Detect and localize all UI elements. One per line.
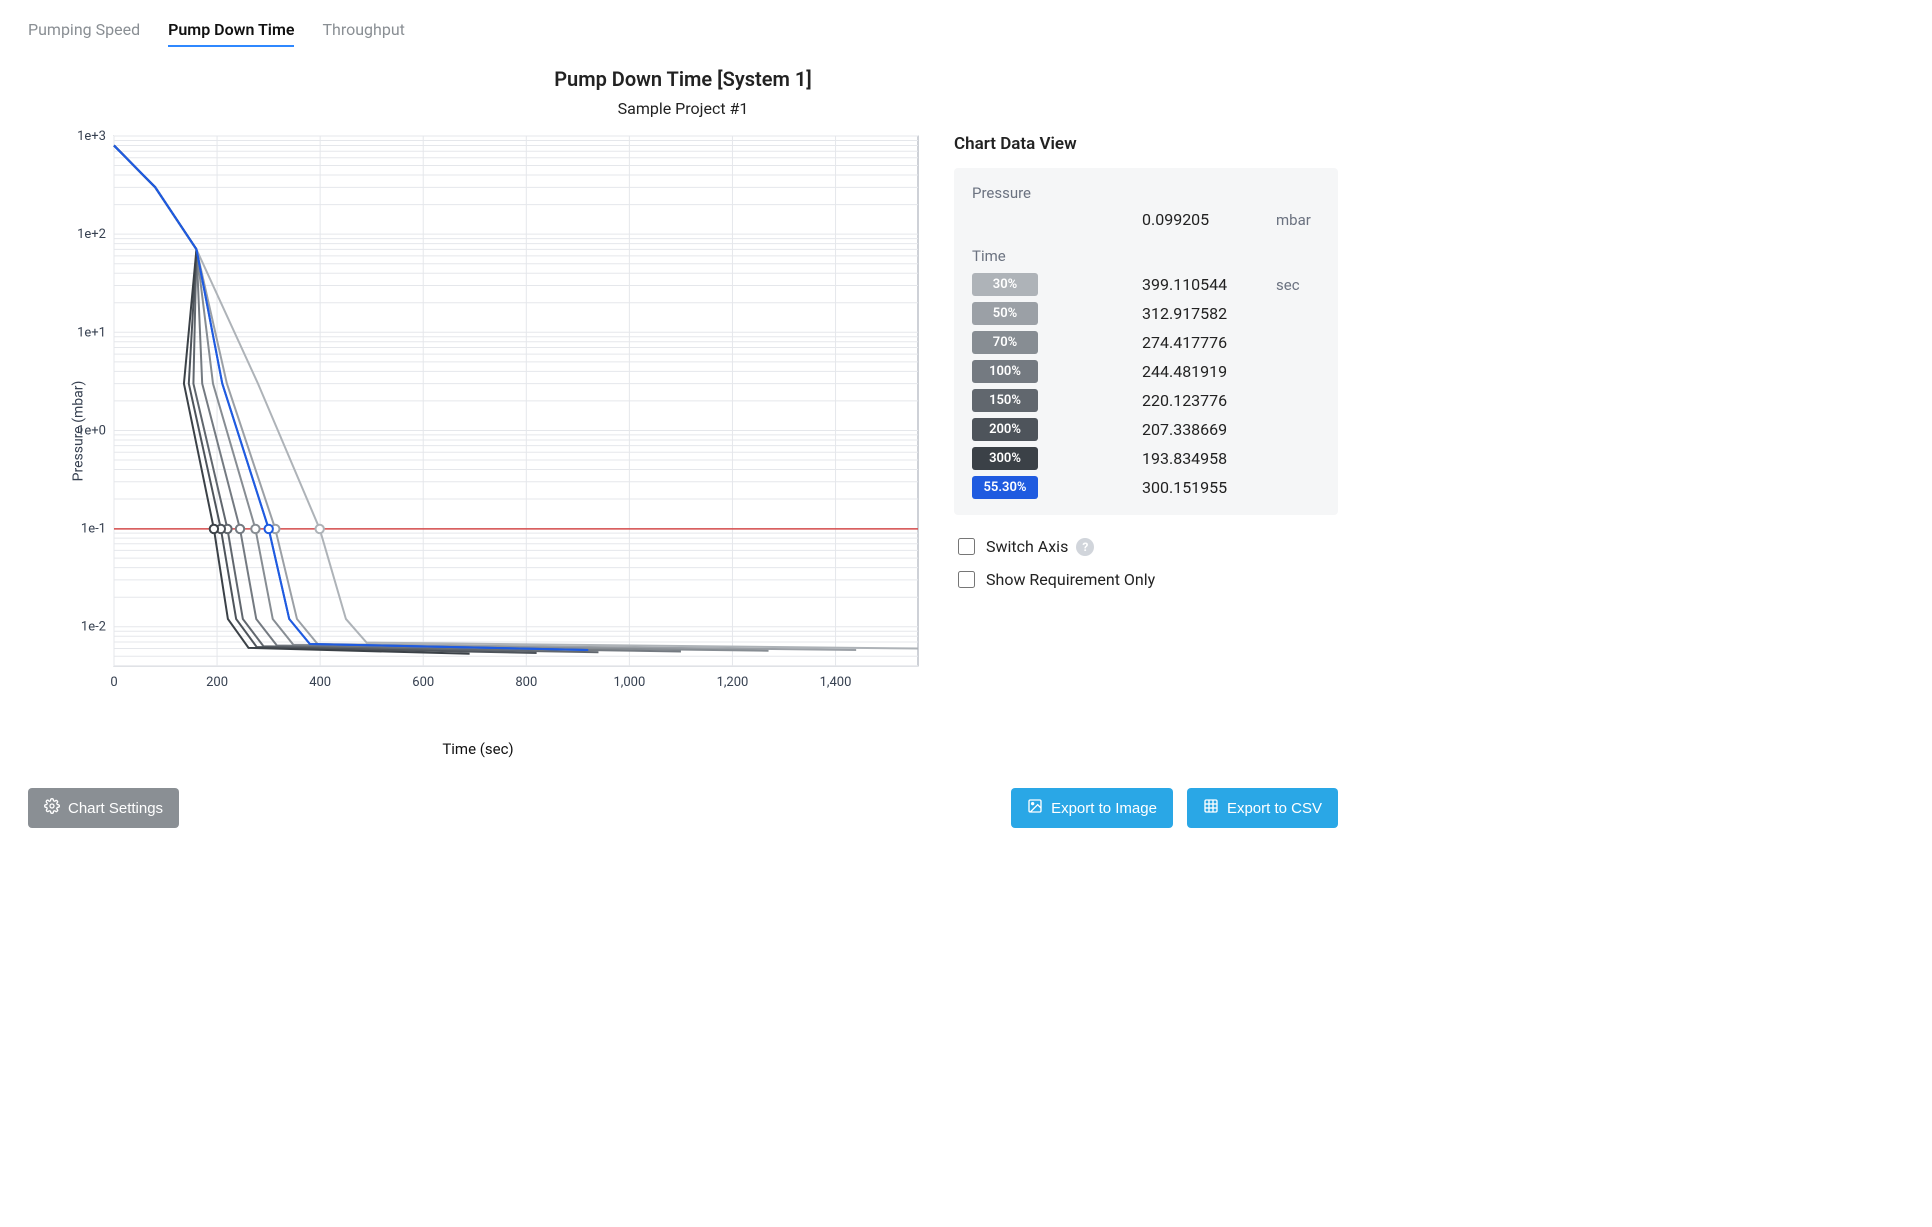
- show-requirement-only-label: Show Requirement Only: [986, 570, 1155, 589]
- series-line: [114, 146, 769, 651]
- y-axis-label: Pressure (mbar): [70, 381, 86, 482]
- svg-text:1e-2: 1e-2: [81, 620, 106, 635]
- tab-throughput[interactable]: Throughput: [322, 20, 404, 47]
- svg-text:600: 600: [412, 675, 434, 690]
- chart-block: Pressure (mbar) 1e-21e-11e+01e+11e+21e+3…: [28, 126, 928, 758]
- series-time-value: 207.338669: [1142, 420, 1270, 439]
- data-row: 100% 244.481919: [972, 360, 1320, 383]
- svg-text:0: 0: [110, 675, 117, 690]
- pressure-unit: mbar: [1270, 211, 1320, 229]
- pressure-value: 0.099205: [1142, 210, 1270, 229]
- export-image-label: Export to Image: [1051, 800, 1157, 817]
- series-tag[interactable]: 55.30%: [972, 476, 1038, 499]
- tab-pumping-speed[interactable]: Pumping Speed: [28, 20, 140, 47]
- series-line: [114, 146, 470, 654]
- series-tag[interactable]: 200%: [972, 418, 1038, 441]
- series-tag[interactable]: 300%: [972, 447, 1038, 470]
- chart-subtitle: Sample Project #1: [28, 99, 1338, 118]
- tab-pump-down-time[interactable]: Pump Down Time: [168, 20, 294, 47]
- series-time-value: 399.110544: [1142, 275, 1270, 294]
- chart-title: Pump Down Time [System 1]: [28, 67, 1338, 91]
- series-time-value: 220.123776: [1142, 391, 1270, 410]
- chart-settings-label: Chart Settings: [68, 800, 163, 817]
- pressure-time-chart[interactable]: 1e-21e-11e+01e+11e+21e+302004006008001,0…: [28, 126, 928, 706]
- series-time-value: 244.481919: [1142, 362, 1270, 381]
- pressure-label: Pressure: [972, 184, 1320, 202]
- svg-text:1,000: 1,000: [613, 675, 645, 690]
- image-icon: [1027, 798, 1043, 818]
- series-line: [114, 146, 588, 650]
- svg-text:1,200: 1,200: [717, 675, 749, 690]
- series-time-value: 312.917582: [1142, 304, 1270, 323]
- series-time-value: 300.151955: [1142, 478, 1270, 497]
- series-time-unit: sec: [1270, 276, 1320, 294]
- export-csv-button[interactable]: Export to CSV: [1187, 788, 1338, 828]
- chart-settings-button[interactable]: Chart Settings: [28, 788, 179, 828]
- data-row: 300% 193.834958: [972, 447, 1320, 470]
- data-row: 30% 399.110544sec: [972, 273, 1320, 296]
- switch-axis-checkbox[interactable]: Switch Axis ?: [954, 535, 1338, 558]
- help-icon[interactable]: ?: [1076, 538, 1094, 556]
- data-row: 55.30% 300.151955: [972, 476, 1320, 499]
- data-row: 150% 220.123776: [972, 389, 1320, 412]
- series-time-value: 274.417776: [1142, 333, 1270, 352]
- export-image-button[interactable]: Export to Image: [1011, 788, 1173, 828]
- switch-axis-label: Switch Axis: [986, 537, 1068, 556]
- gear-icon: [44, 798, 60, 818]
- svg-text:400: 400: [309, 675, 331, 690]
- svg-text:1e-1: 1e-1: [81, 522, 106, 537]
- time-label: Time: [972, 247, 1320, 265]
- series-tag[interactable]: 50%: [972, 302, 1038, 325]
- show-requirement-only-checkbox[interactable]: Show Requirement Only: [954, 568, 1338, 591]
- series-tag[interactable]: 100%: [972, 360, 1038, 383]
- series-tag[interactable]: 70%: [972, 331, 1038, 354]
- data-row: 70% 274.417776: [972, 331, 1320, 354]
- chart-data-panel: Pressure 0.099205 mbar Time 30% 399.11054…: [954, 168, 1338, 515]
- tab-bar: Pumping Speed Pump Down Time Throughput: [28, 20, 1338, 47]
- svg-text:1e+1: 1e+1: [77, 325, 106, 340]
- data-row: 200% 207.338669: [972, 418, 1320, 441]
- sidebar-title: Chart Data View: [954, 134, 1338, 154]
- data-row: 50% 312.917582: [972, 302, 1320, 325]
- series-line: [114, 146, 681, 652]
- svg-text:200: 200: [206, 675, 228, 690]
- series-line: [114, 146, 856, 650]
- svg-text:1e+3: 1e+3: [77, 129, 106, 144]
- svg-text:1,400: 1,400: [820, 675, 852, 690]
- table-icon: [1203, 798, 1219, 818]
- series-time-value: 193.834958: [1142, 449, 1270, 468]
- svg-text:800: 800: [515, 675, 537, 690]
- series-tag[interactable]: 30%: [972, 273, 1038, 296]
- x-axis-label: Time (sec): [28, 740, 928, 758]
- export-csv-label: Export to CSV: [1227, 800, 1322, 817]
- svg-text:1e+2: 1e+2: [77, 227, 106, 242]
- series-tag[interactable]: 150%: [972, 389, 1038, 412]
